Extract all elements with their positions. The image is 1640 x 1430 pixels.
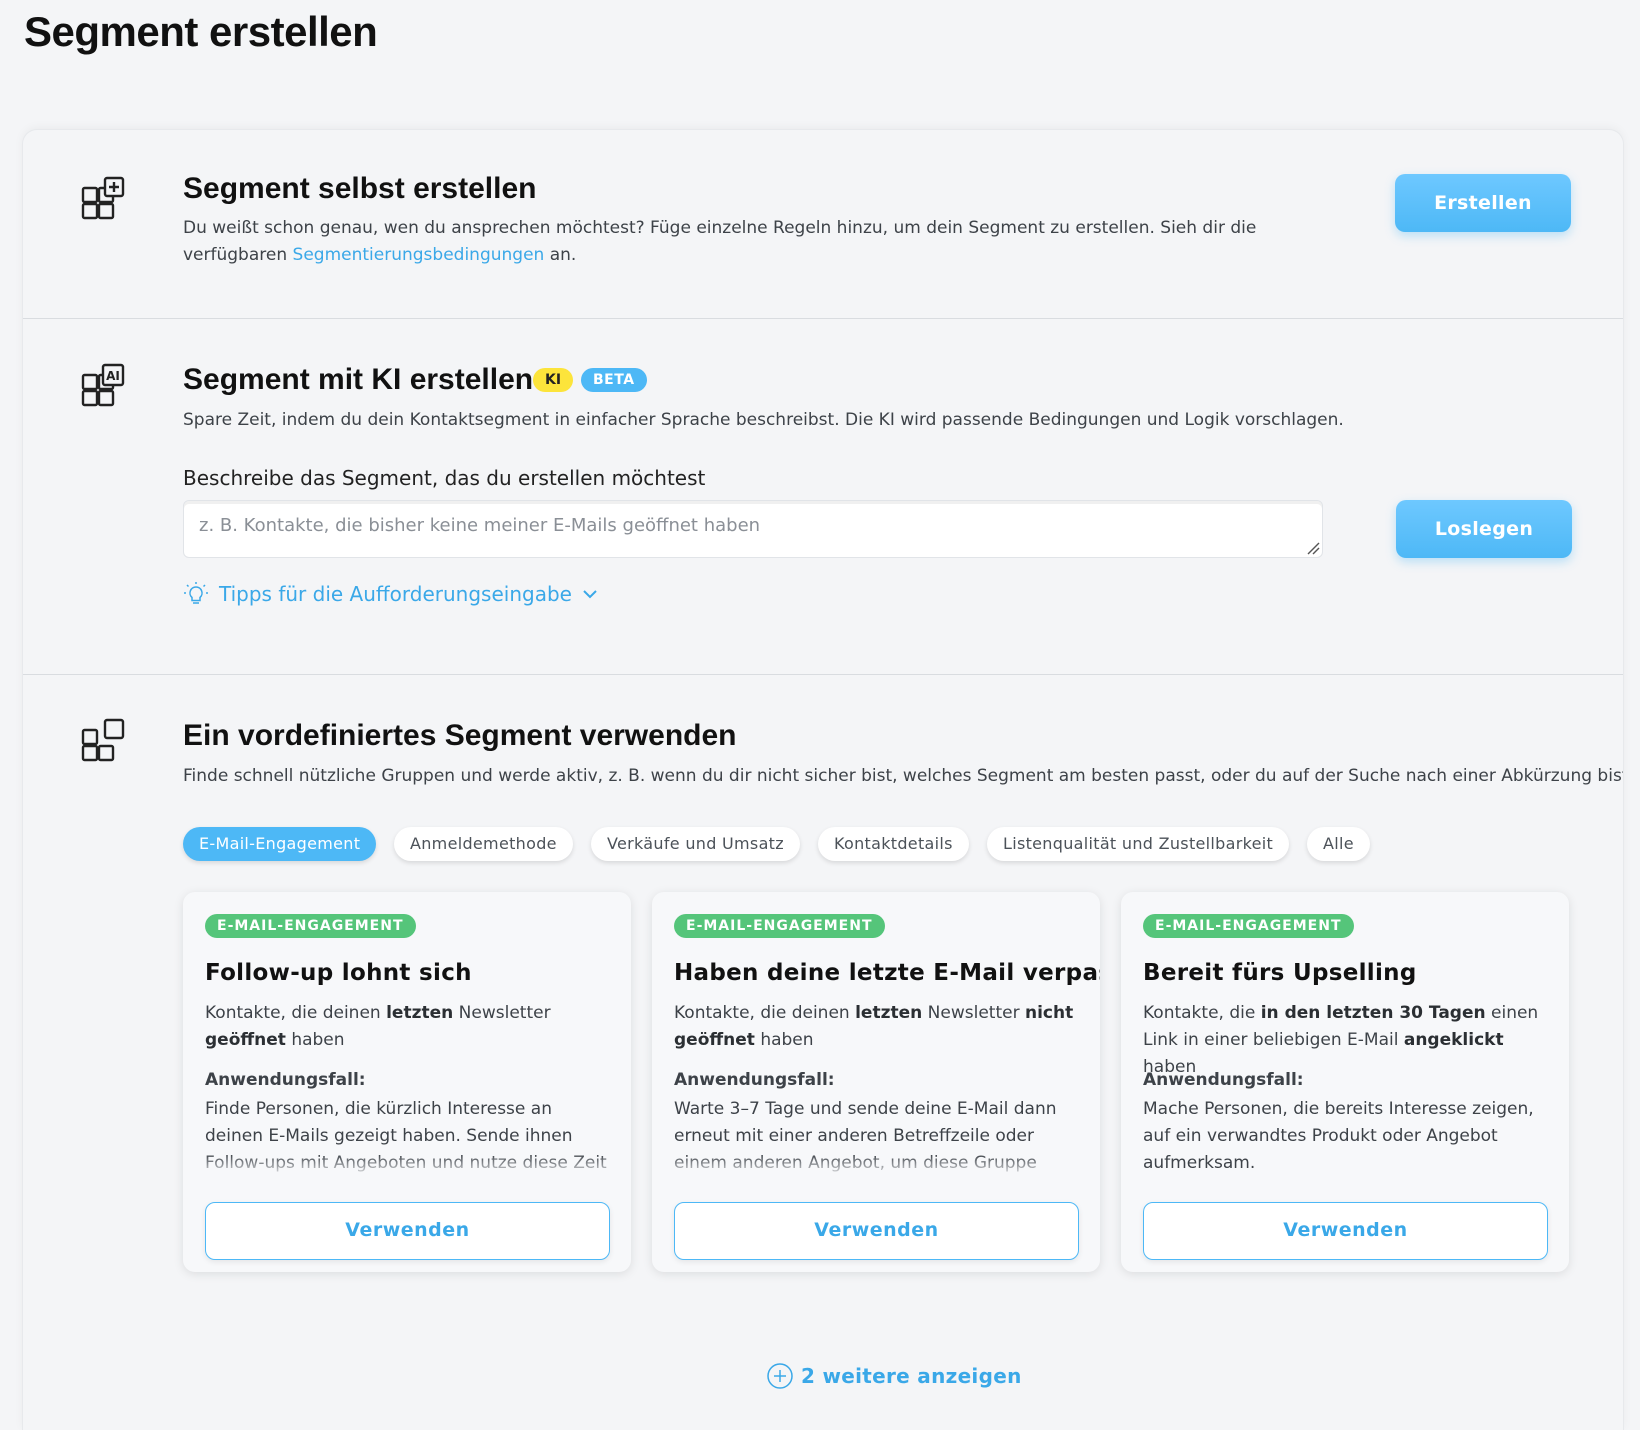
use-button[interactable]: Verwenden xyxy=(674,1202,1079,1260)
description-text-end: an. xyxy=(544,245,577,265)
category-badge: E-MAIL-ENGAGEMENT xyxy=(1143,914,1354,938)
section-description: Finde schnell nützliche Gruppen und werd… xyxy=(183,766,1623,786)
segment-card: E-MAIL-ENGAGEMENT Haben deine letzte E-M… xyxy=(652,892,1100,1272)
filter-chip[interactable]: E-Mail-Engagement xyxy=(183,827,377,861)
card-title: Haben deine letzte E-Mail verpasst xyxy=(674,960,1100,986)
page-title: Segment erstellen xyxy=(24,8,378,55)
use-case-label: Anwendungsfall: xyxy=(1143,1070,1304,1090)
section-ai-segment: AI Segment mit KI erstellen KI BETA Spar… xyxy=(23,319,1623,674)
card-title: Bereit fürs Upselling xyxy=(1143,960,1417,986)
card-description: Kontakte, die deinen letzten Newsletter … xyxy=(205,1003,551,1050)
lightbulb-icon xyxy=(184,582,208,604)
segment-description-input[interactable] xyxy=(183,500,1323,558)
section-title: Segment selbst erstellen xyxy=(183,172,537,205)
resize-handle-icon[interactable] xyxy=(1306,541,1320,555)
beta-badge: BETA xyxy=(581,368,647,392)
section-title: Segment mit KI erstellen xyxy=(183,363,534,396)
segmentation-conditions-link[interactable]: Segmentierungsbedingungen xyxy=(293,245,545,265)
filter-chip[interactable]: Alle xyxy=(1307,827,1370,861)
filter-chip[interactable]: Verkäufe und Umsatz xyxy=(591,827,800,861)
segment-options-panel: Segment selbst erstellen Du weißt schon … xyxy=(23,130,1623,1430)
text-fade xyxy=(674,1154,1079,1178)
show-more-label: 2 weitere anzeigen xyxy=(801,1364,1022,1388)
text-fade xyxy=(205,1154,610,1178)
chevron-down-icon xyxy=(583,590,597,599)
prompt-tips-toggle[interactable]: Tipps für die Aufforderungseingabe xyxy=(183,579,598,609)
grid-ai-icon: AI xyxy=(81,363,125,407)
prompt-tips-label: Tipps für die Aufforderungseingabe xyxy=(219,582,572,606)
category-badge: E-MAIL-ENGAGEMENT xyxy=(205,914,416,938)
create-button[interactable]: Erstellen xyxy=(1395,174,1571,232)
card-title: Follow-up lohnt sich xyxy=(205,960,472,986)
filter-chip[interactable]: Kontaktdetails xyxy=(818,827,969,861)
segment-card: E-MAIL-ENGAGEMENT Bereit fürs Upselling … xyxy=(1121,892,1569,1272)
ki-badge: KI xyxy=(533,368,574,392)
section-custom-segment: Segment selbst erstellen Du weißt schon … xyxy=(23,130,1623,318)
segment-cards: E-MAIL-ENGAGEMENT Follow-up lohnt sich K… xyxy=(183,892,1569,1292)
grid-plus-icon xyxy=(81,176,125,220)
category-badge: E-MAIL-ENGAGEMENT xyxy=(674,914,885,938)
use-case-text: Mache Personen, die bereits Interesse ze… xyxy=(1143,1099,1534,1173)
section-predefined-segment: Ein vordefiniertes Segment verwenden Fin… xyxy=(23,675,1623,1430)
card-description: Kontakte, die in den letzten 30 Tagen ei… xyxy=(1143,1003,1539,1077)
segment-card: E-MAIL-ENGAGEMENT Follow-up lohnt sich K… xyxy=(183,892,631,1272)
use-button[interactable]: Verwenden xyxy=(205,1202,610,1260)
use-button[interactable]: Verwenden xyxy=(1143,1202,1548,1260)
use-case-label: Anwendungsfall: xyxy=(674,1070,835,1090)
show-more-link[interactable]: 2 weitere anzeigen xyxy=(767,1363,1022,1389)
card-description: Kontakte, die deinen letzten Newsletter … xyxy=(674,1003,1074,1050)
category-filter-bar: E-Mail-Engagement Anmeldemethode Verkäuf… xyxy=(183,827,1383,867)
start-button[interactable]: Loslegen xyxy=(1396,500,1572,558)
use-case-label: Anwendungsfall: xyxy=(205,1070,366,1090)
svg-text:AI: AI xyxy=(106,369,120,383)
plus-circle-icon xyxy=(767,1363,793,1389)
filter-chip[interactable]: Listenqualität und Zustellbarkeit xyxy=(987,827,1290,861)
segment-description-label: Beschreibe das Segment, das du erstellen… xyxy=(183,466,706,490)
section-description: Spare Zeit, indem du dein Kontaktsegment… xyxy=(183,410,1344,430)
grid-square-icon xyxy=(81,718,125,762)
section-title: Ein vordefiniertes Segment verwenden xyxy=(183,719,737,752)
filter-chip[interactable]: Anmeldemethode xyxy=(394,827,573,861)
section-description: Du weißt schon genau, wen du ansprechen … xyxy=(183,215,1323,269)
